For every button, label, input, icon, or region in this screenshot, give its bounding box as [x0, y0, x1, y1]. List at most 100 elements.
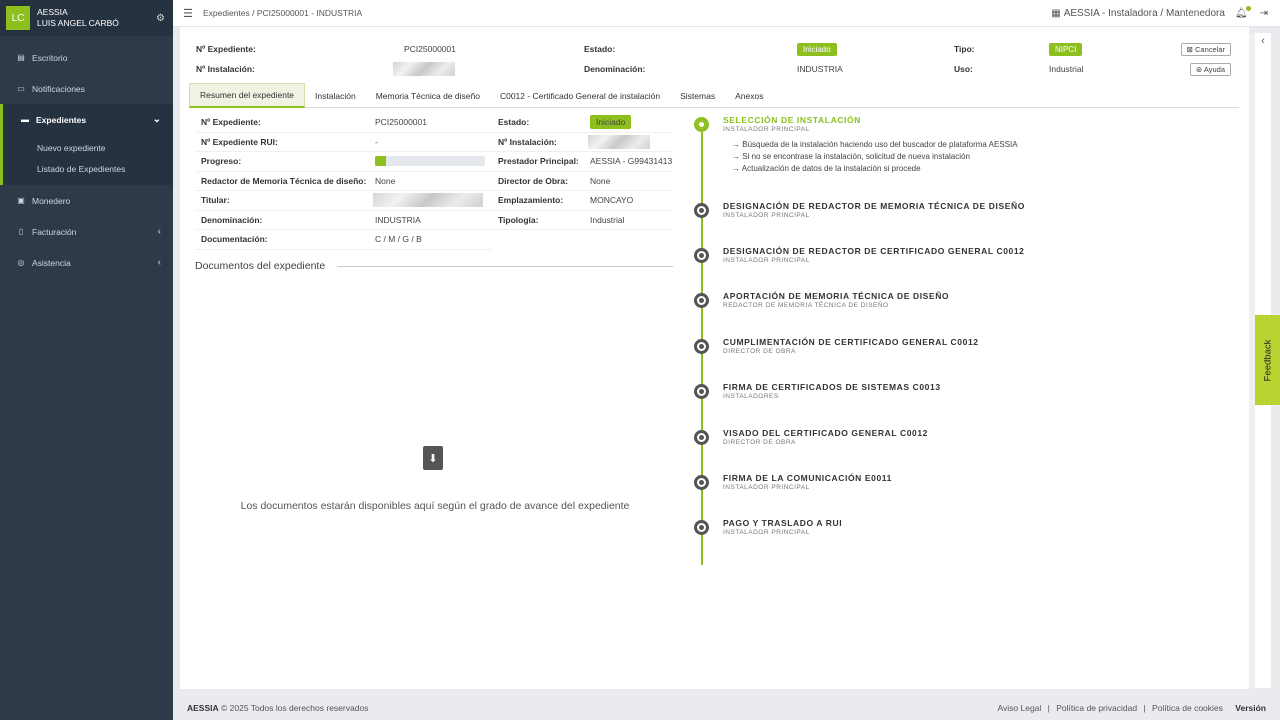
breadcrumb[interactable]: Expedientes / PCI25000001 - INDUSTRIA [203, 8, 1051, 18]
denominacion-value: INDUSTRIA [797, 64, 843, 74]
step-pending-icon [694, 430, 709, 445]
invoice-icon: ▯ [18, 227, 24, 236]
sidebar-subitem-listado-expedientes[interactable]: Listado de Expedientes [3, 158, 173, 179]
chevron-left-icon: ‹ [157, 257, 161, 268]
process-timeline: SELECCIÓN DE INSTALACIÓN INSTALADOR PRINC… [694, 115, 1234, 565]
step-pending-icon [694, 475, 709, 490]
arrow-right-icon: → [732, 152, 743, 161]
uso-value: Industrial [1049, 64, 1084, 74]
tab-anexos[interactable]: Anexos [725, 83, 773, 108]
logout-icon[interactable]: ⇥ [1260, 8, 1268, 19]
step-title: PAGO Y TRASLADO A RUI [723, 518, 843, 528]
sidebar-item-monedero[interactable]: ▣ Monedero [0, 185, 173, 216]
summary-row: Nº Expediente: PCI25000001 Estado: Inici… [195, 113, 673, 133]
link-aviso-legal[interactable]: Aviso Legal [998, 703, 1042, 713]
sidebar: LC AESSIA LUIS ANGEL CARBÓ ⚙ ▤ Escritorio… [0, 0, 173, 720]
expediente-header: Nº Expediente: PCI25000001 Estado: Inici… [196, 39, 1241, 79]
step-role: INSTALADOR PRINCIPAL [723, 529, 810, 536]
notification-dot [1245, 5, 1251, 11]
documents-section-title: Documentos del expediente [195, 260, 673, 272]
arrow-right-icon: → [732, 140, 743, 149]
progress-fill [375, 156, 386, 167]
sidebar-subitem-nuevo-expediente[interactable]: Nuevo expediente [3, 137, 173, 158]
tipo-badge: NIPCI [1049, 42, 1083, 56]
chart-icon: ▤ [17, 53, 25, 62]
sidebar-item-facturacion[interactable]: ▯ Facturación ‹ [0, 216, 173, 247]
sidebar-item-notificaciones[interactable]: ▭ Notificaciones [0, 73, 173, 104]
chevron-down-icon: ⌄ [152, 114, 161, 125]
cancel-button[interactable]: ⊠ Cancelar [1180, 42, 1231, 56]
tab-instalacion[interactable]: Instalación [305, 83, 366, 108]
main-panel: Nº Expediente: PCI25000001 Estado: Inici… [180, 27, 1249, 689]
menu-icon[interactable]: ☰ [173, 7, 203, 20]
bell-icon[interactable]: 🔔︎ [1235, 5, 1251, 19]
instalacion-label: Nº Instalación: [196, 64, 255, 74]
step-current-icon [694, 117, 709, 132]
step-task: → Actualización de datos de la instalaci… [732, 164, 921, 173]
step-pending-icon [694, 384, 709, 399]
step-role: DIRECTOR DE OBRA [723, 439, 796, 446]
summary-table: Nº Expediente: PCI25000001 Estado: Inici… [195, 113, 673, 250]
link-cookies[interactable]: Política de cookies [1152, 703, 1223, 713]
folder-icon: ▬ [21, 115, 29, 124]
link-privacidad[interactable]: Política de privacidad [1056, 703, 1137, 713]
step-pending-icon [694, 293, 709, 308]
file-download-icon: ⬇ [423, 446, 443, 470]
step-role: INSTALADOR PRINCIPAL [723, 257, 810, 264]
sidebar-item-expedientes[interactable]: ▬ Expedientes ⌄ [0, 104, 173, 135]
footer-brand: AESSIA [187, 703, 219, 713]
divider [337, 265, 673, 267]
sidebar-item-escritorio[interactable]: ▤ Escritorio [0, 42, 173, 73]
topbar: ☰ Expedientes / PCI25000001 - INDUSTRIA … [173, 0, 1280, 27]
tab-memoria[interactable]: Memoria Técnica de diseño [366, 83, 490, 108]
step-title: FIRMA DE LA COMUNICACIÓN E0011 [723, 473, 892, 483]
step-title: SELECCIÓN DE INSTALACIÓN [723, 115, 861, 125]
chevron-left-icon: ‹ [157, 226, 161, 237]
step-title: APORTACIÓN DE MEMORIA TÉCNICA DE DISEÑO [723, 291, 950, 301]
step-pending-icon [694, 203, 709, 218]
step-role: REDACTOR DE MEMORIA TÉCNICA DE DISEÑO [723, 302, 889, 309]
footer-separator: | [1047, 703, 1050, 713]
progress-bar [375, 156, 485, 167]
step-task: → Búsqueda de la instalación haciendo us… [732, 140, 1018, 149]
step-task: → Si no se encontrase la instalación, so… [732, 152, 970, 161]
step-pending-icon [694, 520, 709, 535]
titular-value-redacted [373, 193, 483, 208]
inbox-icon: ▭ [17, 84, 25, 93]
status-badge: Iniciado [797, 42, 837, 56]
footer-separator: | [1143, 703, 1146, 713]
step-tasks: → Búsqueda de la instalación haciendo us… [732, 139, 1018, 175]
tab-sistemas[interactable]: Sistemas [670, 83, 725, 108]
help-button[interactable]: ⊛ Ayuda [1189, 62, 1231, 76]
avatar: LC [6, 6, 30, 30]
step-role: DIRECTOR DE OBRA [723, 348, 796, 355]
summary-row: Documentación: C / M / G / B [195, 230, 492, 250]
step-role: INSTALADOR PRINCIPAL [723, 212, 810, 219]
help-icon: ⊛ [1195, 64, 1204, 74]
link-version[interactable]: Versión [1235, 703, 1266, 713]
lifebuoy-icon: ◎ [17, 258, 25, 267]
expediente-label: Nº Expediente: [196, 44, 256, 54]
step-title: CUMPLIMENTACIÓN DE CERTIFICADO GENERAL C… [723, 337, 979, 347]
tab-c0012[interactable]: C0012 - Certificado General de instalaci… [490, 83, 670, 108]
step-title: VISADO DEL CERTIFICADO GENERAL C0012 [723, 428, 929, 438]
user-name: LUIS ANGEL CARBÓ [37, 18, 119, 28]
company-selector[interactable]: AESSIA - Instaladora / Mantenedora [1064, 8, 1225, 19]
instalacion-value-redacted [588, 134, 650, 149]
step-pending-icon [694, 339, 709, 354]
expediente-value: PCI25000001 [404, 44, 456, 54]
cancel-icon: ⊠ [1186, 44, 1195, 54]
tabs: Resumen del expediente Instalación Memor… [189, 83, 1239, 108]
tab-resumen[interactable]: Resumen del expediente [189, 83, 306, 108]
sidebar-nav: ▤ Escritorio ▭ Notificaciones ▬ Expedientes… [0, 42, 173, 278]
wallet-icon: ▣ [17, 196, 25, 205]
sliders-icon[interactable]: ⚙ [156, 13, 165, 24]
feedback-button[interactable]: Feedback [1255, 315, 1280, 405]
step-role: INSTALADORES [723, 393, 779, 400]
instalacion-value-redacted [393, 62, 455, 76]
expedientes-submenu: Nuevo expediente Listado de Expedientes [0, 135, 173, 185]
sidebar-item-asistencia[interactable]: ◎ Asistencia ‹ [0, 247, 173, 278]
estado-label: Estado: [584, 44, 616, 54]
step-title: DESIGNACIÓN DE REDACTOR DE CERTIFICADO G… [723, 246, 1025, 256]
summary-row: Progreso: Prestador Principal: AESSIA - … [195, 152, 673, 172]
